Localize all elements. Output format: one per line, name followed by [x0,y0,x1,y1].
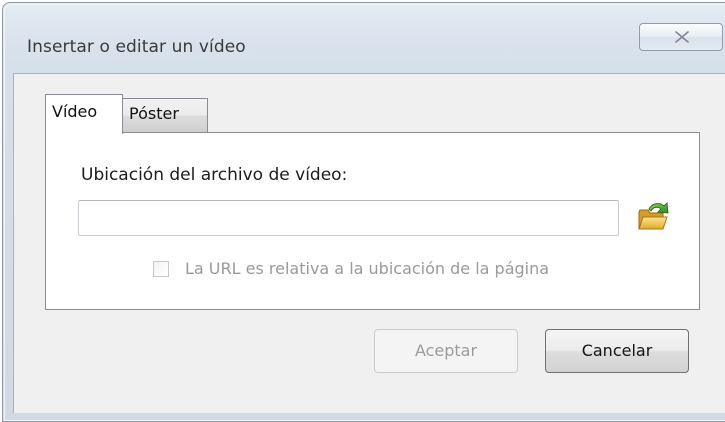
cancel-button[interactable]: Cancelar [545,329,689,373]
dialog-window: Insertar o editar un vídeo Vídeo Póster … [2,2,725,422]
close-icon [675,31,689,43]
folder-browse-icon [638,202,669,230]
dialog-title: Insertar o editar un vídeo [27,37,246,57]
relative-url-label: La URL es relativa a la ubicación de la … [185,259,550,278]
video-location-input[interactable] [78,200,619,236]
close-button[interactable] [639,23,723,51]
accept-button[interactable]: Aceptar [374,329,518,373]
tab-video[interactable]: Vídeo [45,94,123,134]
relative-url-checkbox[interactable] [153,260,169,277]
tab-poster[interactable]: Póster [122,98,208,132]
browse-button[interactable] [636,201,672,233]
location-label: Ubicación del archivo de vídeo: [81,165,348,185]
dialog-client-area: Vídeo Póster Ubicación del archivo de ví… [13,73,725,413]
relative-url-row: La URL es relativa a la ubicación de la … [153,259,549,278]
tab-poster-label: Póster [129,104,179,123]
tab-video-label: Vídeo [52,102,98,121]
video-tab-panel: Ubicación del archivo de vídeo: La URL e… [45,132,700,310]
